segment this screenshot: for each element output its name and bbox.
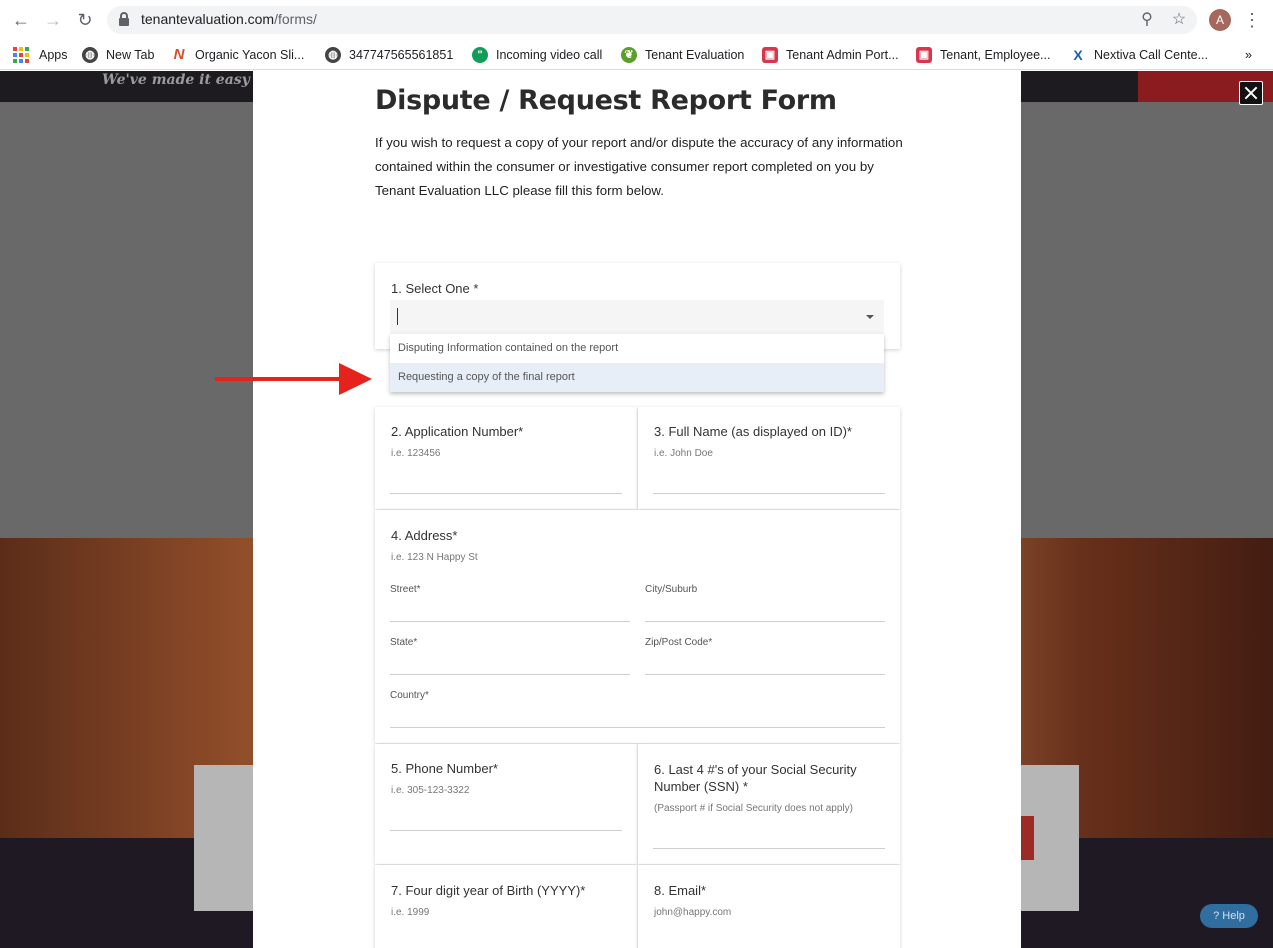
- bookmark-label: Apps: [39, 48, 68, 62]
- bookmark-tenant-admin[interactable]: ▣ Tenant Admin Port...: [762, 45, 899, 65]
- n-logo-icon: N: [173, 46, 185, 63]
- address-label: 4. Address*: [391, 528, 458, 543]
- option-disputing[interactable]: Disputing Information contained on the r…: [390, 334, 884, 363]
- bookmark-label: Tenant Admin Port...: [786, 48, 899, 62]
- full-name-input[interactable]: [653, 493, 885, 494]
- application-number-input[interactable]: [390, 493, 622, 494]
- state-input[interactable]: [390, 674, 630, 675]
- bookmark-nextiva[interactable]: X Nextiva Call Cente...: [1070, 45, 1208, 65]
- bookmarks-bar: Apps ◍ New Tab N Organic Yacon Sli... ◍ …: [0, 40, 1273, 70]
- url-host: tenantevaluation.com: [141, 11, 275, 27]
- street-input[interactable]: [390, 621, 630, 622]
- street-label: Street*: [390, 584, 421, 595]
- bookmark-label: 347747565561851: [349, 48, 454, 62]
- city-label: City/Suburb: [645, 584, 698, 595]
- forward-arrow-icon[interactable]: →: [41, 8, 65, 32]
- hangouts-icon: ": [472, 47, 488, 63]
- help-button[interactable]: ? Help: [1200, 904, 1258, 928]
- bookmark-tenant-employee[interactable]: ▣ Tenant, Employee...: [916, 45, 1050, 65]
- application-number-label: 2. Application Number*: [391, 424, 524, 439]
- nextiva-icon: X: [1073, 47, 1083, 63]
- bookmarks-overflow-icon[interactable]: »: [1245, 45, 1252, 65]
- birth-year-label: 7. Four digit year of Birth (YYYY)*: [391, 883, 586, 898]
- select-one-dropdown: Disputing Information contained on the r…: [390, 334, 884, 392]
- address-hint: i.e. 123 N Happy St: [391, 552, 478, 563]
- address-card: [375, 510, 900, 743]
- phone-label: 5. Phone Number*: [391, 761, 498, 776]
- bookmark-tenant-evaluation[interactable]: ❦ Tenant Evaluation: [621, 45, 744, 65]
- page-title: Dispute / Request Report Form: [375, 85, 837, 116]
- phone-input[interactable]: [390, 830, 622, 831]
- email-hint: john@happy.com: [654, 907, 732, 918]
- ssn-hint: (Passport # if Social Security does not …: [654, 803, 853, 814]
- country-label: Country*: [390, 690, 429, 701]
- url-text: tenantevaluation.com/forms/: [141, 11, 317, 27]
- apps-grid-icon: [13, 47, 29, 63]
- bookmark-video-call[interactable]: " Incoming video call: [472, 45, 602, 65]
- gift-logo-icon: ▣: [762, 47, 778, 63]
- help-label: Help: [1222, 910, 1245, 922]
- form-modal: Dispute / Request Report Form If you wis…: [253, 71, 1021, 948]
- option-requesting-copy[interactable]: Requesting a copy of the final report: [390, 363, 884, 392]
- address-bar[interactable]: tenantevaluation.com/forms/ ⚲ ☆: [107, 6, 1197, 34]
- browser-toolbar: ← → ↻ tenantevaluation.com/forms/ ⚲ ☆ A …: [0, 0, 1273, 40]
- profile-avatar[interactable]: A: [1209, 9, 1231, 31]
- zoom-icon[interactable]: ⚲: [1137, 10, 1157, 30]
- bookmark-label: Organic Yacon Sli...: [195, 48, 305, 62]
- bookmark-label: Tenant, Employee...: [940, 48, 1051, 62]
- zip-input[interactable]: [645, 674, 885, 675]
- email-label: 8. Email*: [654, 883, 707, 898]
- bookmark-label: Tenant Evaluation: [645, 48, 745, 62]
- select-one-input[interactable]: [390, 300, 884, 334]
- full-name-hint: i.e. John Doe: [654, 448, 713, 459]
- globe-icon: ◍: [82, 47, 98, 63]
- menu-kebab-icon[interactable]: ⋮: [1243, 8, 1261, 32]
- application-number-hint: i.e. 123456: [391, 448, 441, 459]
- text-cursor: [397, 308, 398, 325]
- city-input[interactable]: [645, 621, 885, 622]
- bookmark-new-tab[interactable]: ◍ New Tab: [82, 45, 154, 65]
- bookmark-label: Incoming video call: [496, 48, 603, 62]
- country-input[interactable]: [390, 727, 885, 728]
- birth-year-hint: i.e. 1999: [391, 907, 430, 918]
- form-intro: If you wish to request a copy of your re…: [375, 135, 903, 198]
- bookmark-label: Nextiva Call Cente...: [1094, 48, 1208, 62]
- ssn-input[interactable]: [653, 848, 885, 849]
- zip-label: Zip/Post Code*: [645, 637, 713, 648]
- annotation-arrow-shaft: [215, 377, 345, 381]
- bookmark-label: New Tab: [106, 48, 155, 62]
- url-path: /forms/: [274, 11, 317, 27]
- bookmark-number[interactable]: ◍ 347747565561851: [325, 45, 453, 65]
- globe-icon: ◍: [325, 47, 341, 63]
- gift-logo-icon: ▣: [916, 47, 932, 63]
- bookmark-apps[interactable]: Apps: [13, 45, 68, 65]
- reload-icon[interactable]: ↻: [73, 8, 97, 32]
- state-label: State*: [390, 637, 418, 648]
- chevron-down-icon[interactable]: [866, 315, 874, 319]
- annotation-arrow-icon: [339, 363, 372, 395]
- ssn-label: 6. Last 4 #'s of your Social Security Nu…: [654, 762, 857, 794]
- bookmark-organic-yacon[interactable]: N Organic Yacon Sli...: [171, 45, 305, 65]
- lock-icon: [119, 12, 129, 26]
- leaf-logo-icon: ❦: [621, 47, 637, 63]
- select-one-label: 1. Select One *: [391, 281, 479, 296]
- full-name-label: 3. Full Name (as displayed on ID)*: [654, 424, 852, 439]
- phone-hint: i.e. 305-123-3322: [391, 785, 470, 796]
- back-arrow-icon[interactable]: ←: [9, 8, 33, 32]
- close-modal-icon[interactable]: [1239, 81, 1263, 105]
- star-icon[interactable]: ☆: [1169, 10, 1189, 30]
